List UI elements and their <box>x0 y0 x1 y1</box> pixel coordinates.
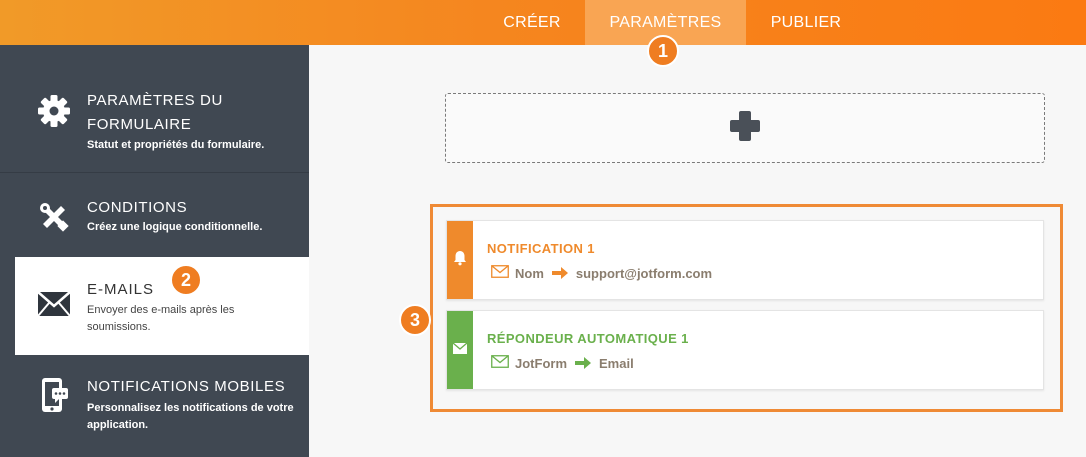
email-from: Nom <box>515 265 544 281</box>
notification-strip <box>447 221 473 299</box>
arrow-right-icon <box>575 357 591 369</box>
sidebar-item-title: NOTIFICATIONS MOBILES <box>87 378 286 395</box>
bell-icon <box>453 250 467 271</box>
settings-sidebar: PARAMÈTRES DU FORMULAIRE Statut et propr… <box>0 45 309 457</box>
email-card-title: RÉPONDEUR AUTOMATIQUE 1 <box>487 331 689 346</box>
email-route: Nom support@jotform.com <box>491 265 712 281</box>
email-card-autoresponder[interactable]: RÉPONDEUR AUTOMATIQUE 1 JotForm Email <box>446 310 1044 390</box>
tab-publier[interactable]: PUBLIER <box>755 0 857 45</box>
email-from: JotForm <box>515 355 567 371</box>
sidebar-item-title: E-MAILS <box>87 281 155 298</box>
tab-creer[interactable]: CRÉER <box>486 0 578 45</box>
sidebar-item-description: Envoyer des e-mails après les soumission… <box>87 304 235 333</box>
sidebar-item-form-settings[interactable]: PARAMÈTRES DU FORMULAIRE Statut et propr… <box>0 45 309 173</box>
sidebar-item-conditions[interactable]: CONDITIONS Créez une logique conditionne… <box>0 174 309 254</box>
sidebar-item-title: CONDITIONS <box>87 199 188 216</box>
autoresponder-strip <box>447 311 473 389</box>
envelope-outline-icon <box>491 355 509 371</box>
envelope-icon <box>36 286 72 322</box>
sidebar-item-description: Statut et propriétés du formulaire. <box>87 139 265 151</box>
sidebar-item-description: Créez une logique conditionnelle. <box>87 221 263 233</box>
email-route: JotForm Email <box>491 355 634 371</box>
sidebar-item-description: Personnalisez les notifications de votre… <box>87 402 294 431</box>
email-to: Email <box>599 355 634 371</box>
step-badge-1: 1 <box>647 35 679 67</box>
step-badge-2: 2 <box>170 264 202 296</box>
email-to: support@jotform.com <box>575 265 713 281</box>
sidebar-item-mobile-notifications[interactable]: NOTIFICATIONS MOBILES Personnalisez les … <box>0 365 309 457</box>
step-badge-3: 3 <box>399 304 431 336</box>
envelope-icon <box>452 341 468 359</box>
email-card-title: NOTIFICATION 1 <box>487 241 595 256</box>
tools-icon <box>36 199 72 235</box>
plus-icon <box>727 108 763 149</box>
arrow-right-icon <box>551 267 568 279</box>
sidebar-item-title: PARAMÈTRES DU FORMULAIRE <box>87 92 223 133</box>
sidebar-item-emails[interactable]: E-MAILS Envoyer des e-mails après les so… <box>15 257 309 355</box>
mobile-notification-icon <box>36 377 72 413</box>
email-card-notification[interactable]: NOTIFICATION 1 Nom support@jotform.com <box>446 220 1044 300</box>
gear-icon <box>36 93 72 129</box>
envelope-outline-icon <box>491 265 509 281</box>
add-email-button[interactable] <box>445 93 1045 163</box>
top-navigation-bar: CRÉER PARAMÈTRES PUBLIER <box>0 0 1086 45</box>
